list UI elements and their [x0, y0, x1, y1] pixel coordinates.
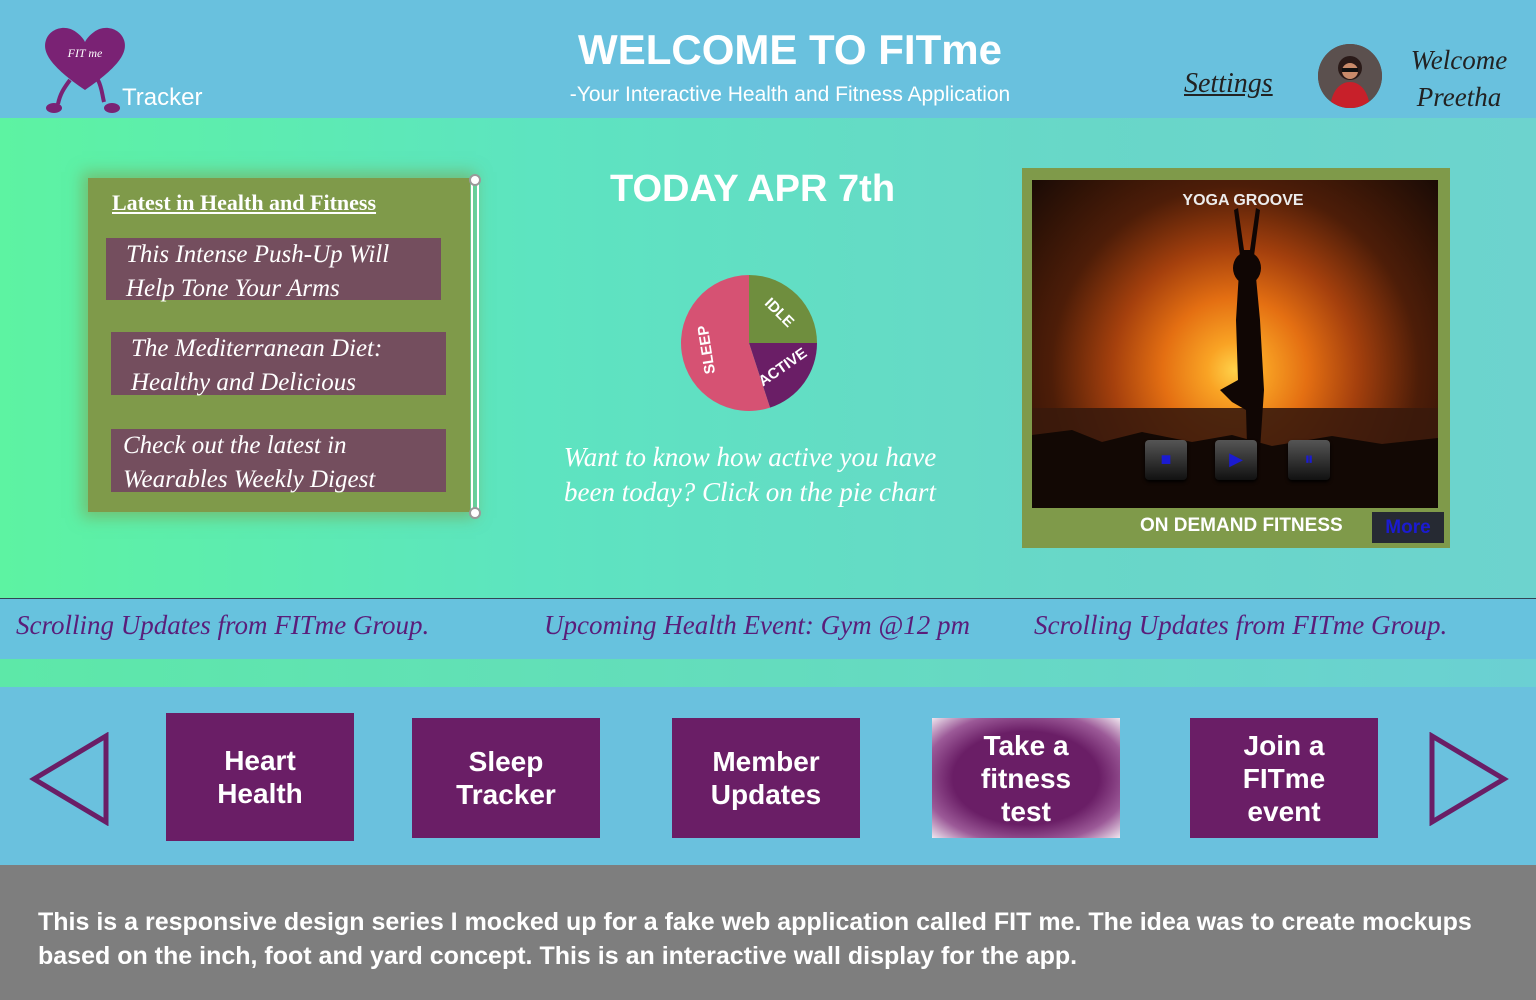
tile-label: Health: [217, 778, 303, 809]
previous-arrow-icon[interactable]: [28, 732, 110, 826]
page-subtitle: -Your Interactive Health and Fitness App…: [569, 83, 1011, 106]
divider-band: [0, 659, 1536, 687]
tile-label: FITme: [1242, 762, 1326, 794]
heart-health-tile[interactable]: Heart Health: [166, 713, 354, 841]
page-title: WELCOME TO FITme: [578, 26, 1002, 73]
news-item-line: This Intense Push-Up Will: [126, 241, 390, 268]
member-updates-tile[interactable]: Member Updates: [672, 718, 860, 838]
news-item-line: Wearables Weekly Digest: [123, 466, 376, 493]
footer-description: This is a responsive design series I moc…: [38, 908, 1472, 970]
pause-icon: ⏸: [1304, 449, 1314, 469]
next-arrow-icon[interactable]: [1428, 732, 1510, 826]
news-item-line: Healthy and Delicious: [131, 369, 356, 396]
tile-label: Updates: [710, 779, 822, 810]
today-date: TODAY APR 7th: [609, 168, 896, 210]
scrollbar-top-handle[interactable]: [469, 174, 481, 186]
news-item-line: The Mediterranean Diet:: [131, 335, 383, 362]
username: Preetha: [1416, 82, 1502, 112]
welcome-label: Welcome: [1410, 45, 1508, 75]
stop-icon: ■: [1160, 449, 1172, 469]
avatar[interactable]: [1318, 44, 1382, 108]
pause-button[interactable]: ⏸: [1288, 440, 1330, 480]
news-item[interactable]: Check out the latest in Wearables Weekly…: [111, 429, 446, 493]
play-icon: ▶: [1229, 449, 1243, 469]
more-button[interactable]: More: [1372, 512, 1444, 543]
stop-button[interactable]: ■: [1145, 440, 1187, 480]
tile-label: Sleep: [468, 746, 544, 777]
ticker-item: Scrolling Updates from FITme Group.: [16, 610, 430, 640]
sleep-tracker-tile[interactable]: Sleep Tracker: [412, 718, 600, 838]
tile-label: Take a: [983, 729, 1069, 761]
video-title: YOGA GROOVE: [1182, 192, 1304, 209]
user-avatar-icon: [1318, 44, 1382, 108]
activity-pie-chart[interactable]: IDLEACTIVESLEEP: [680, 274, 818, 412]
on-demand-caption: ON DEMAND FITNESS: [1140, 515, 1343, 536]
tile-label: Join a: [1243, 729, 1325, 761]
news-title[interactable]: Latest in Health and Fitness: [112, 190, 376, 216]
tile-label: Heart: [224, 745, 296, 776]
news-item[interactable]: This Intense Push-Up Will Help Tone Your…: [106, 238, 441, 302]
tile-label: Member: [712, 746, 820, 777]
news-item[interactable]: The Mediterranean Diet: Healthy and Deli…: [111, 332, 446, 396]
tile-label: Tracker: [456, 779, 556, 810]
settings-link[interactable]: Settings: [1184, 68, 1273, 100]
scrollbar-bottom-handle[interactable]: [469, 507, 481, 519]
tile-label: event: [1247, 795, 1321, 827]
tracker-label: Tracker: [122, 84, 203, 111]
tile-label: test: [1001, 795, 1051, 827]
ticker-item: Scrolling Updates from FITme Group.: [1034, 610, 1448, 640]
activity-prompt: Want to know how active you have been to…: [563, 442, 937, 507]
news-scrollbar[interactable]: [471, 180, 479, 514]
fitme-heart-logo[interactable]: FIT me: [40, 22, 130, 116]
news-item-line: Check out the latest in: [123, 432, 347, 459]
ticker-item[interactable]: Upcoming Health Event: Gym @12 pm: [544, 610, 970, 641]
tile-label: fitness: [980, 762, 1072, 794]
fitness-test-tile[interactable]: Take a fitness test: [932, 718, 1120, 838]
logo-text: FIT me: [67, 46, 103, 60]
welcome-user: Welcome Preetha: [1398, 42, 1520, 116]
play-button[interactable]: ▶: [1215, 440, 1257, 480]
join-event-tile[interactable]: Join a FITme event: [1190, 718, 1378, 838]
news-item-line: Help Tone Your Arms: [126, 275, 340, 302]
